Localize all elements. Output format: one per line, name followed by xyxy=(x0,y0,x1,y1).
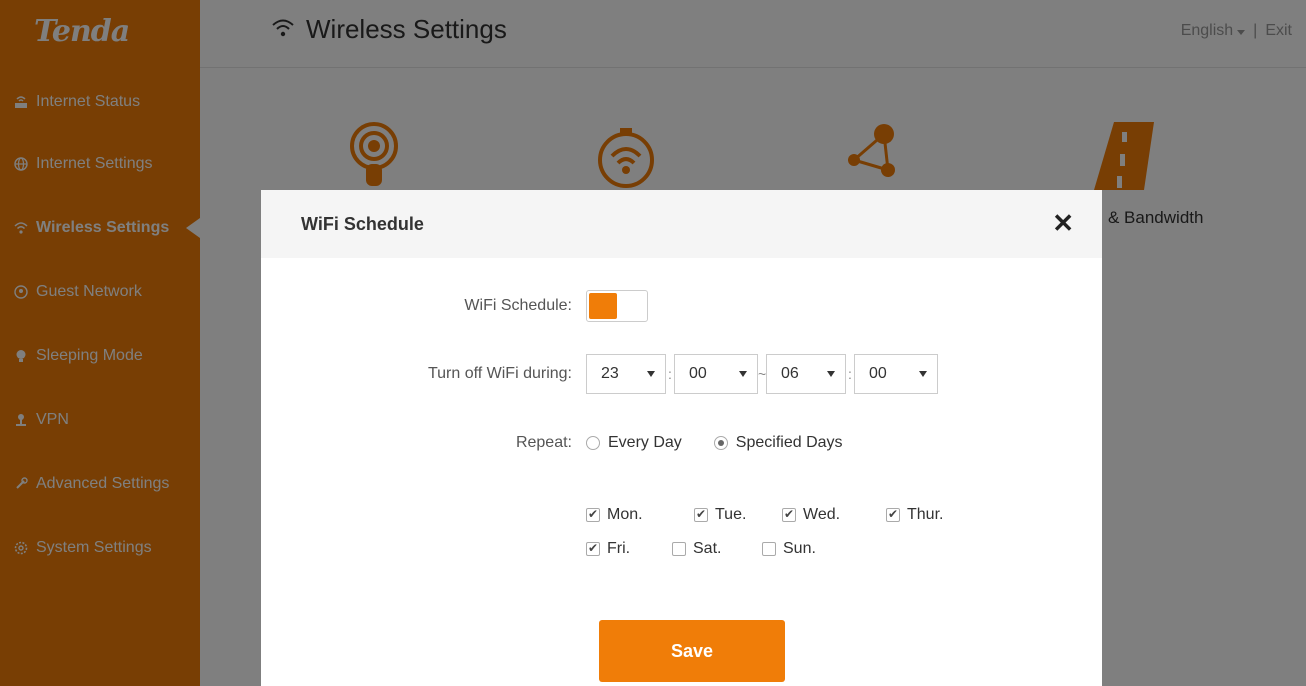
day-checkbox-wed[interactable]: Wed. xyxy=(782,506,886,524)
end-hour-select[interactable]: 06 xyxy=(766,354,846,394)
end-minute-select[interactable]: 00 xyxy=(854,354,938,394)
every-day-radio[interactable]: Every Day xyxy=(586,434,682,452)
day-checkbox-tue[interactable]: Tue. xyxy=(694,506,782,524)
repeat-label: Repeat: xyxy=(515,434,572,451)
checkbox xyxy=(586,541,600,556)
specified-days-radio[interactable]: Specified Days xyxy=(713,434,843,452)
schedule-toggle-row: WiFi Schedule: xyxy=(261,290,1102,322)
schedule-label: WiFi Schedule: xyxy=(464,297,572,314)
chevron-down-icon xyxy=(827,371,835,377)
dialog-header: WiFi Schedule ✕ xyxy=(261,190,1102,258)
chevron-down-icon xyxy=(739,371,747,377)
day-checkbox-sat[interactable]: Sat. xyxy=(672,540,762,558)
start-hour-select[interactable]: 23 xyxy=(586,354,666,394)
turnoff-label: Turn off WiFi during: xyxy=(427,365,572,382)
checkbox xyxy=(886,507,900,522)
checkbox xyxy=(672,542,686,556)
radio-dot xyxy=(713,436,728,450)
day-checkbox-sun[interactable]: Sun. xyxy=(762,540,816,558)
tilde-separator: ~ xyxy=(758,366,767,382)
days-row-2: Fri. Sat. Sun. xyxy=(261,540,1102,558)
checkbox xyxy=(586,507,600,522)
wifi-schedule-toggle[interactable] xyxy=(586,290,648,322)
day-checkbox-fri[interactable]: Fri. xyxy=(586,540,672,558)
chevron-down-icon xyxy=(647,371,655,377)
checkbox xyxy=(782,507,796,522)
save-button[interactable]: Save xyxy=(599,620,785,682)
close-icon[interactable]: ✕ xyxy=(1052,210,1074,236)
radio-dot xyxy=(586,436,600,450)
checkbox xyxy=(762,542,776,556)
turnoff-time-row: Turn off WiFi during: 23 : 00 ~ 06 : 00 xyxy=(261,354,1102,394)
day-checkbox-mon[interactable]: Mon. xyxy=(586,506,694,524)
start-minute-select[interactable]: 00 xyxy=(674,354,758,394)
colon-separator: : xyxy=(668,366,672,382)
day-checkbox-thu[interactable]: Thur. xyxy=(886,506,943,524)
checkbox xyxy=(694,507,708,522)
wifi-schedule-dialog: WiFi Schedule ✕ WiFi Schedule: Turn off … xyxy=(261,190,1102,686)
days-row-1: Mon. Tue. Wed. Thur. xyxy=(261,506,1102,524)
repeat-row: Repeat: Every Day Specified Days xyxy=(261,434,1102,452)
dialog-title: WiFi Schedule xyxy=(301,213,424,234)
colon-separator: : xyxy=(848,366,852,382)
toggle-knob xyxy=(589,293,617,319)
chevron-down-icon xyxy=(919,371,927,377)
